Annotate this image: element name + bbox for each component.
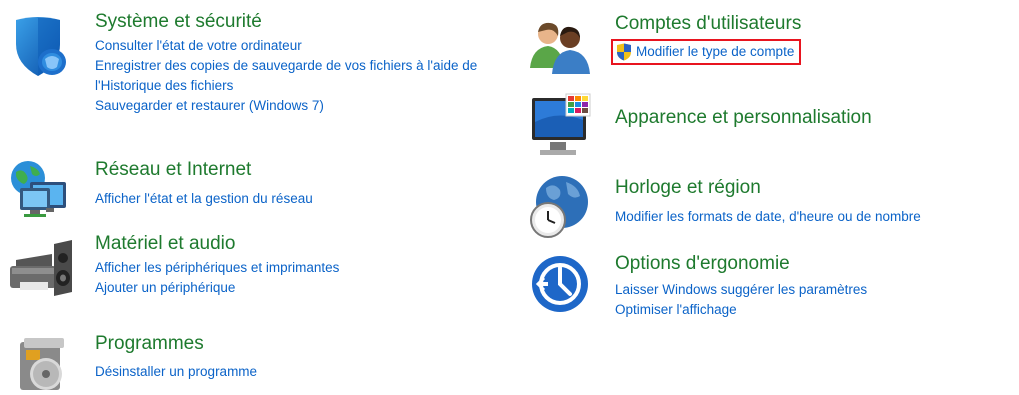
category-title[interactable]: Horloge et région xyxy=(615,176,921,200)
ease-of-access-icon[interactable] xyxy=(530,254,590,314)
category-body: Système et sécurité Consulter l'état de … xyxy=(95,10,525,116)
printer-speaker-icon[interactable] xyxy=(6,236,80,300)
link-file-history-backup[interactable]: Enregistrer des copies de sauvegarde de … xyxy=(95,56,525,96)
category-body: Comptes d'utilisateurs Modifier le type … xyxy=(611,12,802,66)
network-globe-icon[interactable] xyxy=(8,160,78,220)
shield-icon[interactable] xyxy=(8,14,70,78)
uac-shield-icon xyxy=(617,43,631,61)
clock-globe-icon[interactable] xyxy=(526,174,592,240)
link-backup-restore[interactable]: Sauvegarder et restaurer (Windows 7) xyxy=(95,96,525,116)
link-check-computer-status[interactable]: Consulter l'état de votre ordinateur xyxy=(95,36,525,56)
category-body: Apparence et personnalisation xyxy=(615,106,872,130)
category-body: Réseau et Internet Afficher l'état et la… xyxy=(95,158,313,209)
link-uninstall-program[interactable]: Désinstaller un programme xyxy=(95,362,257,382)
link-change-account-type[interactable]: Modifier le type de compte xyxy=(636,42,794,62)
category-title[interactable]: Réseau et Internet xyxy=(95,158,313,182)
category-title[interactable]: Options d'ergonomie xyxy=(615,252,867,276)
monitor-palette-icon[interactable] xyxy=(528,92,594,162)
category-body: Horloge et région Modifier les formats d… xyxy=(615,176,921,227)
category-title[interactable]: Comptes d'utilisateurs xyxy=(615,12,801,36)
link-add-device[interactable]: Ajouter un périphérique xyxy=(95,278,339,298)
link-windows-suggest-settings[interactable]: Laisser Windows suggérer les paramètres xyxy=(615,280,867,300)
link-network-status[interactable]: Afficher l'état et la gestion du réseau xyxy=(95,189,313,209)
users-icon[interactable] xyxy=(528,18,594,80)
link-optimize-display[interactable]: Optimiser l'affichage xyxy=(615,300,867,320)
category-title[interactable]: Apparence et personnalisation xyxy=(615,106,872,130)
category-title[interactable]: Matériel et audio xyxy=(95,232,339,256)
link-devices-printers[interactable]: Afficher les périphériques et imprimante… xyxy=(95,258,339,278)
category-body: Programmes Désinstaller un programme xyxy=(95,332,257,382)
highlight-box: Modifier le type de compte xyxy=(611,39,802,65)
programs-disc-icon[interactable] xyxy=(16,336,74,390)
category-body: Options d'ergonomie Laisser Windows sugg… xyxy=(615,252,867,320)
category-body: Matériel et audio Afficher les périphéri… xyxy=(95,232,339,298)
link-date-time-formats[interactable]: Modifier les formats de date, d'heure ou… xyxy=(615,207,921,227)
category-title[interactable]: Système et sécurité xyxy=(95,10,525,34)
category-title[interactable]: Programmes xyxy=(95,332,257,356)
